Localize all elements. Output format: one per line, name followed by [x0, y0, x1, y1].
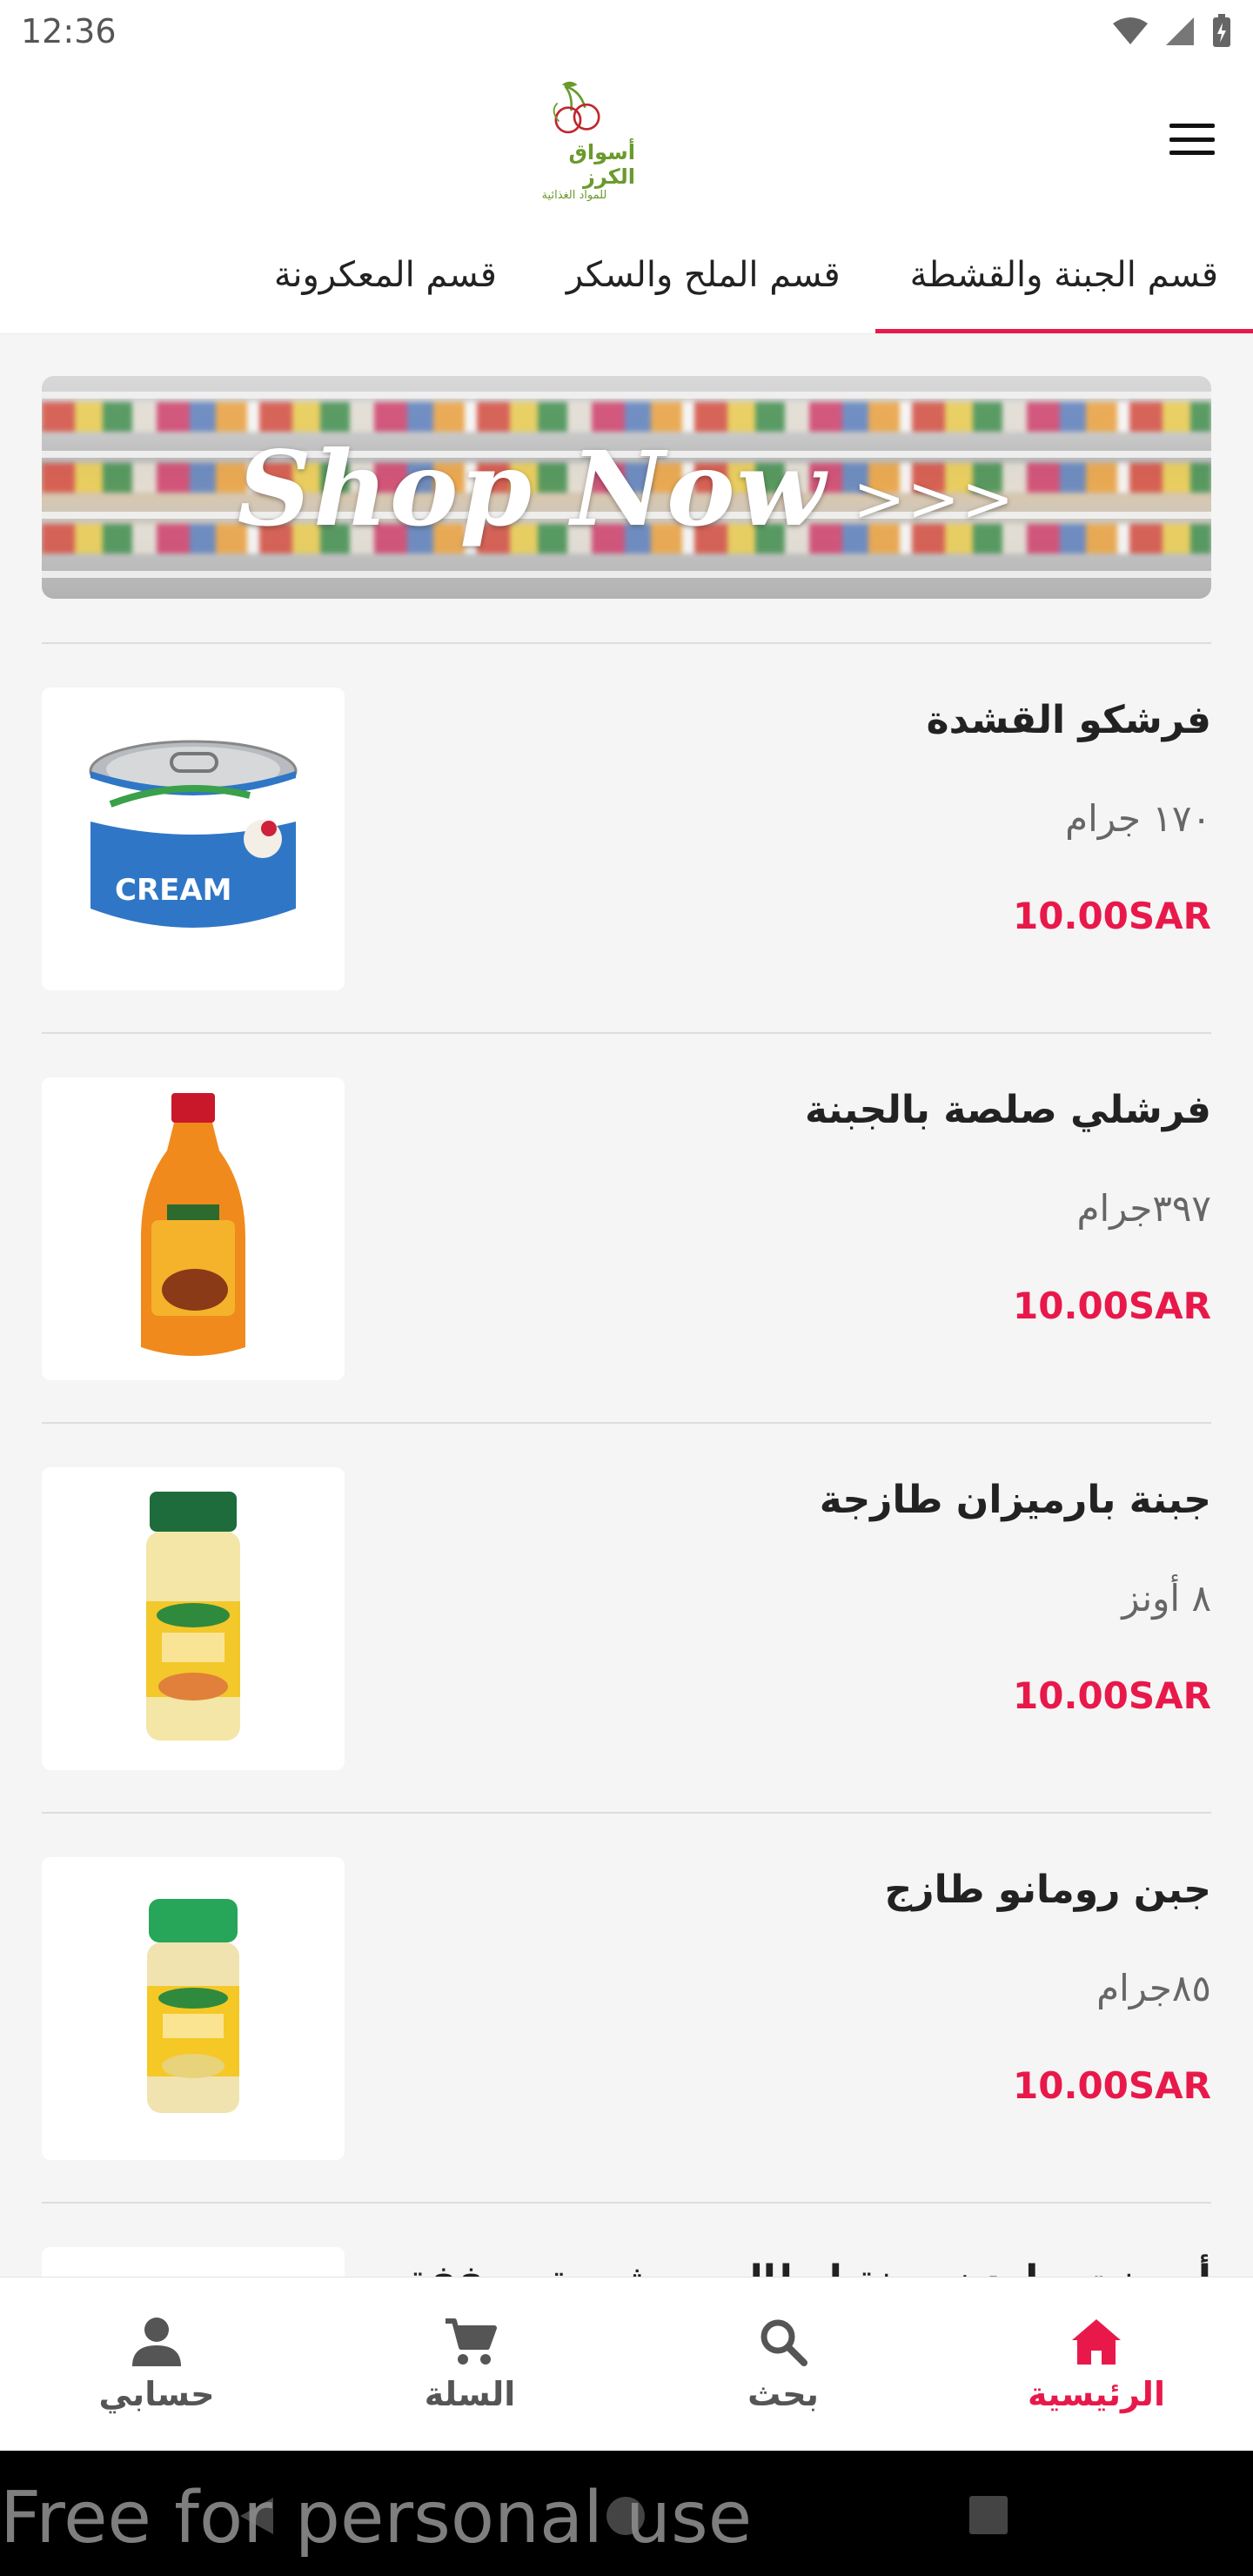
banner-title: Shop Now [237, 428, 828, 549]
hamburger-menu-icon[interactable] [1166, 115, 1218, 164]
product-name: فرشلي صلصة بالجبنة [805, 1088, 1211, 1132]
search-icon [761, 2319, 807, 2366]
tab-label: قسم الجبنة والقشطة [909, 254, 1218, 295]
cart-icon [446, 2318, 497, 2365]
status-icons [1112, 14, 1232, 49]
product-image[interactable] [42, 1857, 345, 2160]
product-card[interactable]: جبن رومانو طازج ٨٥جرام 10.00SAR [42, 1814, 1211, 2202]
parmesan-jar-icon [146, 1492, 240, 1741]
nav-cart[interactable]: السلة [313, 2277, 626, 2451]
status-bar: 12:36 [0, 0, 1253, 63]
cream-can-icon: CREAM [89, 740, 298, 928]
banner-text: Shop Now >>> [42, 428, 1211, 549]
product-card[interactable]: أوسنت جاردن جبنة إيطالي مبشورة مجففة [42, 2204, 1211, 2277]
banner-arrows: >>> [853, 461, 1016, 535]
svg-text:CREAM: CREAM [115, 873, 232, 908]
battery-charging-icon [1213, 14, 1230, 47]
category-tabs: قسم الجبنة والقشطة قسم الملح والسكر قسم … [0, 216, 1253, 334]
nav-home[interactable]: الرئيسية [940, 2277, 1253, 2451]
product-price: 10.00SAR [1013, 2064, 1211, 2107]
nav-search[interactable]: بحث [626, 2277, 940, 2451]
product-card[interactable]: فرشلي صلصة بالجبنة ٣٩٧جرام 10.00SAR [42, 1034, 1211, 1422]
home-icon [1072, 2318, 1121, 2365]
product-price: 10.00SAR [1013, 1285, 1211, 1327]
product-card[interactable]: CREAM فرشكو القشدة ١٧٠ جرام 10.00SAR [42, 644, 1211, 1032]
product-price: 10.00SAR [1013, 895, 1211, 937]
romano-jar-icon [147, 1899, 239, 2113]
product-name: فرشكو القشدة [926, 698, 1211, 742]
watermark-text: Free for personal use [0, 2477, 753, 2559]
cheese-sauce-bottle-icon [141, 1093, 245, 1356]
shop-now-banner[interactable]: Shop Now >>> [42, 376, 1211, 599]
product-image[interactable] [42, 2247, 345, 2277]
product-name: جبنة بارميزان طازجة [819, 1478, 1211, 1522]
wifi-icon [1113, 17, 1148, 44]
product-image[interactable]: CREAM [42, 688, 345, 990]
product-size: ٨ أونز [1122, 1577, 1211, 1620]
tab-label: قسم الملح والسكر [566, 254, 841, 295]
product-name: أوسنت جاردن جبنة إيطالي مبشورة مجففة [406, 2257, 1211, 2277]
product-size: ٣٩٧جرام [1076, 1187, 1212, 1230]
nav-label: بحث [747, 2374, 819, 2413]
product-list-content: Shop Now >>> CREAM فرشكو القشدة ١٧٠ جرام … [42, 334, 1211, 2277]
tab-salt-sugar[interactable]: قسم الملح والسكر [532, 216, 875, 333]
tab-label: قسم المعكرونة [273, 254, 497, 295]
app-header: أسواق الكرز للمواد الغذائية [0, 63, 1253, 216]
product-size: ٨٥جرام [1096, 1967, 1211, 2009]
nav-label: السلة [424, 2374, 516, 2413]
tab-pasta[interactable]: قسم المعكرونة [239, 216, 532, 333]
cherry-logo-icon [553, 81, 600, 134]
product-image[interactable] [42, 1467, 345, 1770]
status-time: 12:36 [21, 12, 117, 50]
product-name: جبن رومانو طازج [884, 1868, 1211, 1912]
product-size: ١٧٠ جرام [1065, 797, 1211, 840]
product-image[interactable] [42, 1077, 345, 1380]
tab-cheese-cream[interactable]: قسم الجبنة والقشطة [874, 216, 1253, 333]
bottom-navigation: الرئيسية بحث السلة حسابي [0, 2277, 1253, 2451]
store-logo[interactable]: أسواق الكرز للمواد الغذائية [513, 80, 635, 202]
signal-icon [1166, 17, 1194, 45]
recents-icon[interactable] [968, 2494, 1009, 2536]
product-card[interactable]: جبنة بارميزان طازجة ٨ أونز 10.00SAR [42, 1424, 1211, 1812]
nav-label: حسابي [98, 2374, 215, 2413]
logo-name: أسواق الكرز [568, 140, 635, 189]
nav-label: الرئيسية [1028, 2374, 1165, 2413]
nav-account[interactable]: حسابي [0, 2277, 313, 2451]
person-icon [132, 2317, 181, 2366]
product-price: 10.00SAR [1013, 1674, 1211, 1717]
logo-subtitle: للمواد الغذائية [541, 189, 607, 202]
